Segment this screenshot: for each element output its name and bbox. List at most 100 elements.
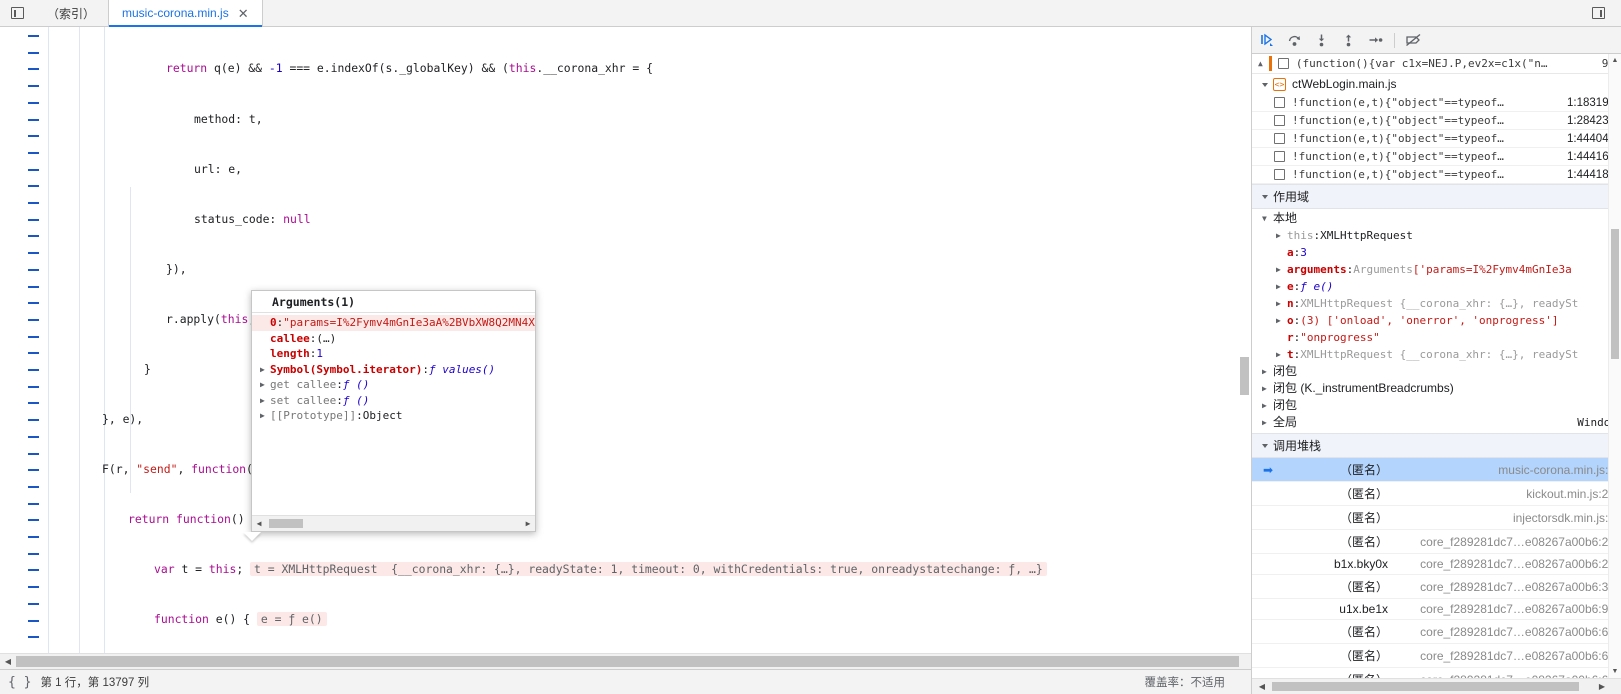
object-popover[interactable]: Arguments(1) 0: "params=I%2Fymv4mGnIe3aA… [251,290,536,532]
callstack-frame[interactable]: u1x.be1x core_f289281dc7…e08267a00b6:92 [1252,599,1621,620]
scope-variable-row[interactable]: ▶ arguments: Arguments ['params=I%2Fymv4m… [1252,261,1621,278]
scroll-right-arrow[interactable]: ▶ [1599,682,1605,691]
tab-music-corona[interactable]: music-corona.min.js ✕ [108,0,263,27]
tab-index[interactable]: （索引） [34,0,108,26]
scrollbar-thumb[interactable] [16,656,1239,667]
chevron-right-icon[interactable]: ▶ [1276,295,1287,312]
popover-property-row[interactable]: ▶ get callee: ƒ () [252,377,535,393]
scroll-track[interactable] [266,516,521,531]
chevron-right-icon[interactable]: ▶ [1262,380,1273,397]
chevron-down-icon[interactable]: ▼ [1262,210,1273,227]
breakpoint-file-group[interactable]: <> ctWebLogin.main.js [1252,74,1621,94]
breakpoint-checkbox[interactable] [1274,151,1285,162]
popover-property-row[interactable]: ▶ [[Prototype]]: Object [252,408,535,424]
pretty-print-icon[interactable]: { } [8,675,31,690]
breakpoint-checkbox[interactable] [1274,97,1285,108]
callstack-frame[interactable]: （匿名）core_f289281dc7…e08267a00b6:68 [1252,668,1621,679]
show-navigator-button[interactable] [0,0,34,26]
code-content[interactable]: return q(e) && -1 === e.indexOf(s._globa… [0,27,1251,653]
scope-variable-row[interactable]: ▶ o: (3) ['onload', 'onerror', 'onprogres… [1252,312,1621,329]
panel-right-icon[interactable] [1592,7,1605,19]
sidebar-horizontal-scrollbar[interactable]: ◀ ▶ [1252,678,1621,694]
scroll-left-arrow[interactable]: ◀ [252,519,266,528]
editor-horizontal-scrollbar[interactable]: ◀ [0,653,1251,669]
breakpoint-checkbox[interactable] [1274,169,1285,180]
scroll-down-arrow[interactable]: ▼ [1609,665,1621,678]
step-into-icon[interactable] [1308,27,1335,54]
scope-tree[interactable]: ▼ 本地 ▶ this: XMLHttpRequest a: 3 ▶ arguments: … [1252,209,1621,433]
popover-property-row[interactable]: length: 1 [252,346,535,362]
breakpoint-row[interactable]: !function(e,t){"object"==typeof… 1:444188 [1252,166,1621,184]
popover-property-row[interactable]: 0: "params=I%2Fymv4mGnIe3aA%2BVbXW8Q2MN4… [252,315,535,331]
chevron-right-icon[interactable]: ▶ [1276,312,1287,329]
collapse-arrow-icon[interactable]: ▲ [1258,59,1263,68]
scope-group[interactable]: ▶ 闭包 [1252,397,1621,414]
editor-vertical-scrollbar[interactable] [1238,27,1251,653]
scope-variable-row[interactable]: r: "onprogress" [1252,329,1621,346]
scrollbar-thumb[interactable] [1240,357,1249,395]
popover-property-row[interactable]: callee: (…) [252,331,535,347]
chevron-right-icon[interactable]: ▶ [260,408,270,424]
breakpoint-row-partial[interactable]: ▲ (function(){var c1x=NEJ.P,ev2x=c1x("n…… [1252,54,1621,74]
chevron-right-icon[interactable]: ▶ [1262,397,1273,414]
scope-variable-row[interactable]: ▶ e: ƒ e() [1252,278,1621,295]
breakpoint-checkbox[interactable] [1277,58,1289,69]
scroll-track[interactable] [16,654,1251,669]
editor-gutter[interactable] [0,27,46,653]
step-over-icon[interactable] [1281,27,1308,54]
scrollbar-thumb[interactable] [1272,682,1579,691]
scope-group[interactable]: ▼ 本地 [1252,210,1621,227]
chevron-right-icon[interactable]: ▶ [260,362,270,378]
callstack-frame[interactable]: ➡ （匿名） music-corona.min.js:1 [1252,458,1621,482]
breakpoint-checkbox[interactable] [1274,133,1285,144]
chevron-down-icon[interactable] [1262,195,1268,199]
sidebar-vertical-scrollbar[interactable]: ▲ ▼ [1608,54,1621,678]
scope-group[interactable]: ▶ 闭包 [1252,363,1621,380]
popover-property-row[interactable]: ▶ set callee: ƒ () [252,393,535,409]
scroll-right-arrow[interactable]: ▶ [521,519,535,528]
chevron-right-icon[interactable]: ▶ [1262,363,1273,380]
scope-section-header[interactable]: 作用域 [1252,184,1621,209]
chevron-right-icon[interactable]: ▶ [1276,346,1287,363]
callstack-frame[interactable]: （匿名） injectorsdk.min.js:1 [1252,506,1621,530]
callstack-frame[interactable]: （匿名） kickout.min.js:24 [1252,482,1621,506]
resume-script-icon[interactable] [1254,27,1281,54]
deactivate-breakpoints-icon[interactable] [1400,27,1427,54]
chevron-down-icon[interactable] [1262,82,1268,87]
callstack-frame[interactable]: b1x.bky0x core_f289281dc7…e08267a00b6:20 [1252,554,1621,575]
scope-variable-row[interactable]: ▶ t: XMLHttpRequest {__corona_xhr: {…}, r… [1252,346,1621,363]
callstack-frame[interactable]: （匿名）core_f289281dc7…e08267a00b6:68 [1252,620,1621,644]
breakpoint-list[interactable]: !function(e,t){"object"==typeof… 1:183193… [1252,94,1621,184]
chevron-down-icon[interactable] [1262,444,1268,448]
scope-group[interactable]: ▶ 全局 Window [1252,414,1621,431]
scrollbar-thumb[interactable] [269,519,303,528]
callstack-section-header[interactable]: 调用堆栈 [1252,433,1621,458]
callstack-frame[interactable]: （匿名） core_f289281dc7…e08267a00b6:21 [1252,530,1621,554]
chevron-right-icon[interactable]: ▶ [1276,261,1287,278]
callstack-frame[interactable]: （匿名）core_f289281dc7…e08267a00b6:68 [1252,644,1621,668]
scroll-up-arrow[interactable]: ▲ [1609,54,1621,67]
popover-property-row[interactable]: ▶ Symbol(Symbol.iterator): ƒ values() [252,362,535,378]
breakpoint-row[interactable]: !function(e,t){"object"==typeof… 1:284235 [1252,112,1621,130]
chevron-right-icon[interactable]: ▶ [1276,278,1287,295]
scope-variable-row[interactable]: ▶ n: XMLHttpRequest {__corona_xhr: {…}, r… [1252,295,1621,312]
callstack-frame[interactable]: （匿名） core_f289281dc7…e08267a00b6:35 [1252,575,1621,599]
breakpoint-row[interactable]: !function(e,t){"object"==typeof… 1:444163 [1252,148,1621,166]
close-icon[interactable]: ✕ [238,7,249,20]
breakpoint-checkbox[interactable] [1274,115,1285,126]
scroll-left-arrow[interactable]: ◀ [0,657,16,666]
breakpoint-row[interactable]: !function(e,t){"object"==typeof… 1:444046 [1252,130,1621,148]
step-out-icon[interactable] [1335,27,1362,54]
editor-scroll-region[interactable]: return q(e) && -1 === e.indexOf(s._globa… [0,27,1251,653]
popover-properties[interactable]: 0: "params=I%2Fymv4mGnIe3aA%2BVbXW8Q2MN4… [252,313,535,515]
scrollbar-thumb[interactable] [1611,229,1619,359]
popover-horizontal-scrollbar[interactable]: ◀ ▶ [252,515,535,531]
step-icon[interactable] [1362,27,1389,54]
scope-variable-row[interactable]: a: 3 [1252,244,1621,261]
breakpoint-row[interactable]: !function(e,t){"object"==typeof… 1:183193 [1252,94,1621,112]
scope-group[interactable]: ▶ 闭包 (K._instrumentBreadcrumbs) [1252,380,1621,397]
scope-variable-row[interactable]: ▶ this: XMLHttpRequest [1252,227,1621,244]
chevron-right-icon[interactable]: ▶ [260,377,270,393]
chevron-right-icon[interactable]: ▶ [260,393,270,409]
chevron-right-icon[interactable]: ▶ [1262,414,1273,431]
